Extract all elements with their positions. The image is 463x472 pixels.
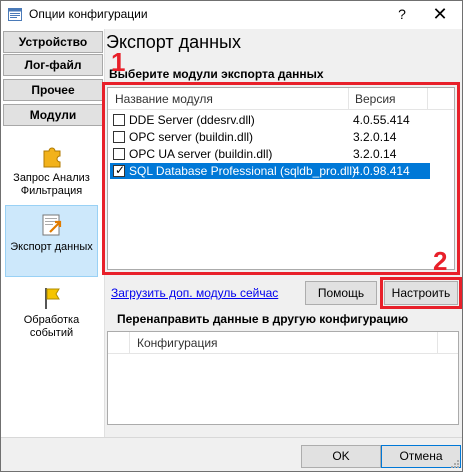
module-name: OPC server (buildin.dll) [129, 130, 254, 144]
load-module-link[interactable]: Загрузить доп. модуль сейчас [111, 286, 278, 300]
module-checkbox[interactable] [113, 148, 125, 160]
list-item[interactable]: OPC UA server (buildin.dll) 3.2.0.14 [110, 146, 430, 162]
module-version: 3.2.0.14 [353, 130, 397, 144]
module-checkbox-checked[interactable]: ✓ [113, 163, 126, 177]
ok-button[interactable]: OK [301, 445, 381, 468]
module-version: 4.0.55.414 [353, 113, 410, 127]
title-bar: Опции конфигурации ? ✕ [1, 1, 462, 29]
module-version: 3.2.0.14 [353, 147, 397, 161]
configure-button[interactable]: Настроить [384, 281, 458, 305]
column-header-version[interactable]: Версия [355, 92, 396, 106]
close-button[interactable]: ✕ [426, 3, 454, 25]
help-title-button[interactable]: ? [392, 6, 412, 24]
list-item[interactable]: OPC server (buildin.dll) 3.2.0.14 [110, 129, 430, 145]
tab-device[interactable]: Устройство [3, 31, 103, 53]
annotation-marker-1: 1 [111, 47, 126, 77]
export-icon [42, 214, 61, 236]
module-version: 4.0.98.414 [353, 164, 410, 178]
configuration-options-window: Опции конфигурации ? ✕ Устройство Лог-фа… [0, 0, 463, 472]
column-divider[interactable] [427, 88, 428, 110]
list-header: Конфигурация [108, 332, 458, 354]
redirect-configuration-list[interactable]: Конфигурация [107, 331, 459, 425]
app-icon [8, 8, 22, 21]
column-divider[interactable] [129, 332, 130, 354]
help-button[interactable]: Помощь [305, 281, 377, 305]
module-name: DDE Server (ddesrv.dll) [129, 113, 255, 127]
tab-log-file[interactable]: Лог-файл [3, 54, 103, 76]
sidebar-item-data-export[interactable]: Экспорт данных [5, 205, 98, 277]
page-title: Экспорт данных [106, 32, 241, 52]
list-item-selected[interactable]: ✓ SQL Database Professional (sqldb_pro.d… [110, 163, 430, 179]
checkmark-icon: ✓ [115, 163, 126, 177]
sidebar-item-event-processing[interactable]: Обработка событий [5, 285, 98, 355]
sidebar-item-label: Обработка событий [23, 314, 80, 339]
module-checkbox[interactable] [113, 131, 125, 143]
sidebar-item-label: Экспорт данных [10, 241, 93, 253]
dialog-footer: OK Отмена [1, 437, 462, 471]
resize-grip-icon[interactable] [449, 458, 459, 468]
window-title: Опции конфигурации [29, 7, 148, 21]
redirect-section-label: Перенаправить данные в другую конфигурац… [117, 312, 409, 326]
column-divider[interactable] [348, 88, 349, 110]
tab-modules[interactable]: Модули [3, 104, 103, 126]
list-item[interactable]: DDE Server (ddesrv.dll) 4.0.55.414 [110, 112, 430, 128]
column-header-configuration[interactable]: Конфигурация [137, 336, 218, 350]
modules-section-label: Выберите модули экспорта данных [109, 67, 324, 81]
export-modules-list[interactable]: Название модуля Версия DDE Server (ddesr… [107, 87, 455, 270]
sidebar-item-label: Запрос Анализ Фильтрация [13, 172, 90, 197]
tab-other[interactable]: Прочее [3, 79, 103, 101]
module-checkbox[interactable] [113, 114, 125, 126]
puzzle-icon [43, 147, 60, 168]
annotation-marker-2: 2 [433, 246, 448, 276]
list-header: Название модуля Версия [108, 88, 454, 110]
column-header-module-name[interactable]: Название модуля [115, 92, 213, 106]
flag-icon [44, 288, 60, 309]
sidebar: Устройство Лог-файл Прочее Модули Запрос… [1, 29, 105, 437]
module-name: SQL Database Professional (sqldb_pro.dll… [129, 164, 357, 178]
column-divider[interactable] [437, 332, 438, 354]
module-name: OPC UA server (buildin.dll) [129, 147, 273, 161]
